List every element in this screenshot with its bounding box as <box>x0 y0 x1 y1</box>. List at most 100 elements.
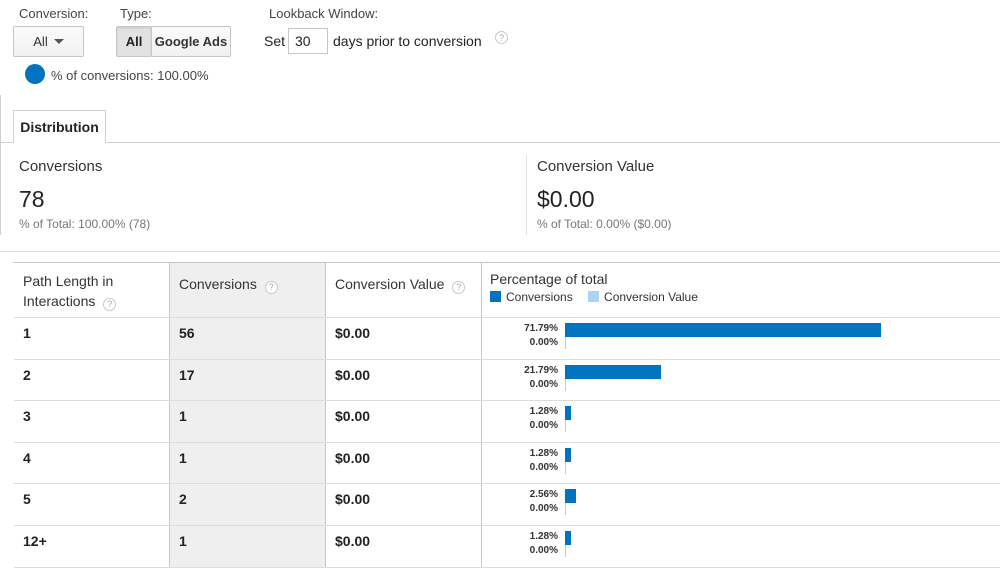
conversions-pct-label: 1.28% <box>529 447 558 459</box>
conversions-pct-label: 21.79% <box>524 364 558 376</box>
scorecard-divider <box>526 155 527 235</box>
conversions-pct-label: 2.56% <box>529 489 558 501</box>
conversions-bar <box>565 447 571 462</box>
header-conversion-value[interactable]: Conversion Value ? <box>326 263 482 317</box>
help-icon[interactable]: ? <box>103 297 117 311</box>
path-length-table: Path Length in Interactions ? Conversion… <box>13 262 1000 568</box>
conversions-value: 2 <box>179 491 187 508</box>
conversions-bar <box>565 406 571 421</box>
cell-conversions: 1 <box>170 526 326 567</box>
conversion-value-value: $0.00 <box>335 325 371 341</box>
value-pct-label: 0.00% <box>529 420 558 432</box>
legend-item-conversion-value: Conversion Value <box>588 290 698 304</box>
cell-conversion-value: $0.00 <box>326 526 482 567</box>
conversion-value-bar <box>565 461 566 474</box>
scorecard-conversions-title: Conversions <box>19 158 103 175</box>
table-row[interactable]: 2 17 $0.00 21.79% 0.00% <box>14 359 1000 402</box>
cell-conversions: 2 <box>170 484 326 525</box>
conversions-value: 56 <box>179 325 195 341</box>
conversion-value-bar <box>565 503 566 516</box>
header-conversions[interactable]: Conversions ? <box>170 263 326 317</box>
cell-path-length: 3 <box>14 401 170 442</box>
conversion-value-value: $0.00 <box>335 449 371 466</box>
conversion-value-value: $0.00 <box>335 366 371 383</box>
cell-path-length: 1 <box>14 318 170 359</box>
conversion-value-bar <box>565 545 566 557</box>
legend-swatch-conversion-value <box>588 291 600 302</box>
conversions-bar <box>565 323 881 337</box>
cell-percentage-bars: 71.79% 0.00% <box>482 318 1000 359</box>
value-pct-label: 0.00% <box>529 337 558 348</box>
path-length-value: 3 <box>23 408 31 425</box>
scorecard-value-subtitle: % of Total: 0.00% ($0.00) <box>537 217 672 231</box>
type-google-ads-button[interactable]: Google Ads <box>151 26 231 57</box>
table-row[interactable]: 12+ 1 $0.00 1.28% 0.00% <box>14 526 1000 568</box>
header-path-length[interactable]: Path Length in Interactions ? <box>14 263 170 317</box>
cell-conversion-value: $0.00 <box>326 442 482 484</box>
cell-conversion-value: $0.00 <box>326 401 482 442</box>
cell-path-length: 5 <box>14 484 170 525</box>
cell-percentage-bars: 1.28% 0.00% <box>482 443 1000 484</box>
help-icon[interactable]: ? <box>452 280 466 294</box>
tab-distribution[interactable]: Distribution <box>13 110 106 143</box>
conversions-bar <box>565 489 576 504</box>
conversion-dropdown[interactable]: All <box>13 26 84 57</box>
scorecard-conversions-subtitle: % of Total: 100.00% (78) <box>19 217 151 231</box>
section-divider <box>0 251 1000 252</box>
type-label: Type: <box>120 6 152 21</box>
table-row[interactable]: 3 1 $0.00 1.28% 0.00% <box>14 401 1000 443</box>
segment-conversions-text: % of conversions: 100.00% <box>51 68 209 83</box>
lookback-suffix: days prior to conversion <box>333 33 482 49</box>
value-pct-label: 0.00% <box>529 503 558 515</box>
scorecard-conversions-value: 78 <box>19 186 45 212</box>
header-path-length-label: Path Length in Interactions <box>23 273 114 309</box>
path-length-value: 2 <box>23 366 31 383</box>
cell-conversions: 1 <box>170 401 326 442</box>
scorecard-value-value: $0.00 <box>537 186 595 212</box>
table-row[interactable]: 4 1 $0.00 1.28% 0.00% <box>14 442 1000 485</box>
cell-conversion-value: $0.00 <box>326 318 482 359</box>
value-pct-label: 0.00% <box>529 461 558 473</box>
chart-legend: Conversions Conversion Value <box>490 290 698 304</box>
cell-conversions: 56 <box>170 318 326 359</box>
type-all-button[interactable]: All <box>116 26 152 57</box>
cell-path-length: 12+ <box>14 526 170 567</box>
help-icon[interactable]: ? <box>264 280 278 294</box>
conversion-value-bar <box>565 337 566 349</box>
cell-conversions: 1 <box>170 442 326 484</box>
conversions-value: 1 <box>179 449 187 466</box>
lookback-help-icon[interactable]: ? <box>495 31 508 44</box>
path-length-value: 12+ <box>23 533 47 549</box>
segment-color-dot[interactable] <box>25 64 45 84</box>
table-row[interactable]: 1 56 $0.00 71.79% 0.00% <box>14 318 1000 360</box>
lookback-days-input[interactable] <box>288 28 328 54</box>
conversions-bar <box>565 531 571 545</box>
chevron-down-icon <box>53 39 64 44</box>
conversion-value-value: $0.00 <box>335 408 371 425</box>
header-conversions-label: Conversions <box>179 276 257 292</box>
cell-conversions: 17 <box>170 359 326 401</box>
left-border <box>0 95 1 235</box>
conversion-value-value: $0.00 <box>335 533 371 549</box>
cell-conversion-value: $0.00 <box>326 359 482 401</box>
cell-conversion-value: $0.00 <box>326 484 482 525</box>
cell-path-length: 4 <box>14 442 170 484</box>
legend-item-conversions: Conversions <box>490 290 576 304</box>
cell-percentage-bars: 21.79% 0.00% <box>482 360 1000 401</box>
table-row[interactable]: 5 2 $0.00 2.56% 0.00% <box>14 484 1000 526</box>
cell-percentage-bars: 2.56% 0.00% <box>482 484 1000 525</box>
legend-label-conversion-value: Conversion Value <box>604 290 698 304</box>
cell-percentage-bars: 1.28% 0.00% <box>482 401 1000 442</box>
path-length-value: 4 <box>23 449 31 466</box>
conversions-value: 1 <box>179 408 187 425</box>
path-length-value: 5 <box>23 491 31 508</box>
scorecard-value-title: Conversion Value <box>537 158 655 175</box>
conversion-label: Conversion: <box>19 6 89 21</box>
header-conversion-value-label: Conversion Value <box>335 276 445 292</box>
lookback-window-label: Lookback Window: <box>269 6 379 21</box>
conversions-bar <box>565 364 661 379</box>
lookback-prefix: Set <box>264 33 286 49</box>
value-pct-label: 0.00% <box>529 545 558 556</box>
path-length-value: 1 <box>23 325 31 341</box>
conversions-value: 17 <box>179 366 195 383</box>
